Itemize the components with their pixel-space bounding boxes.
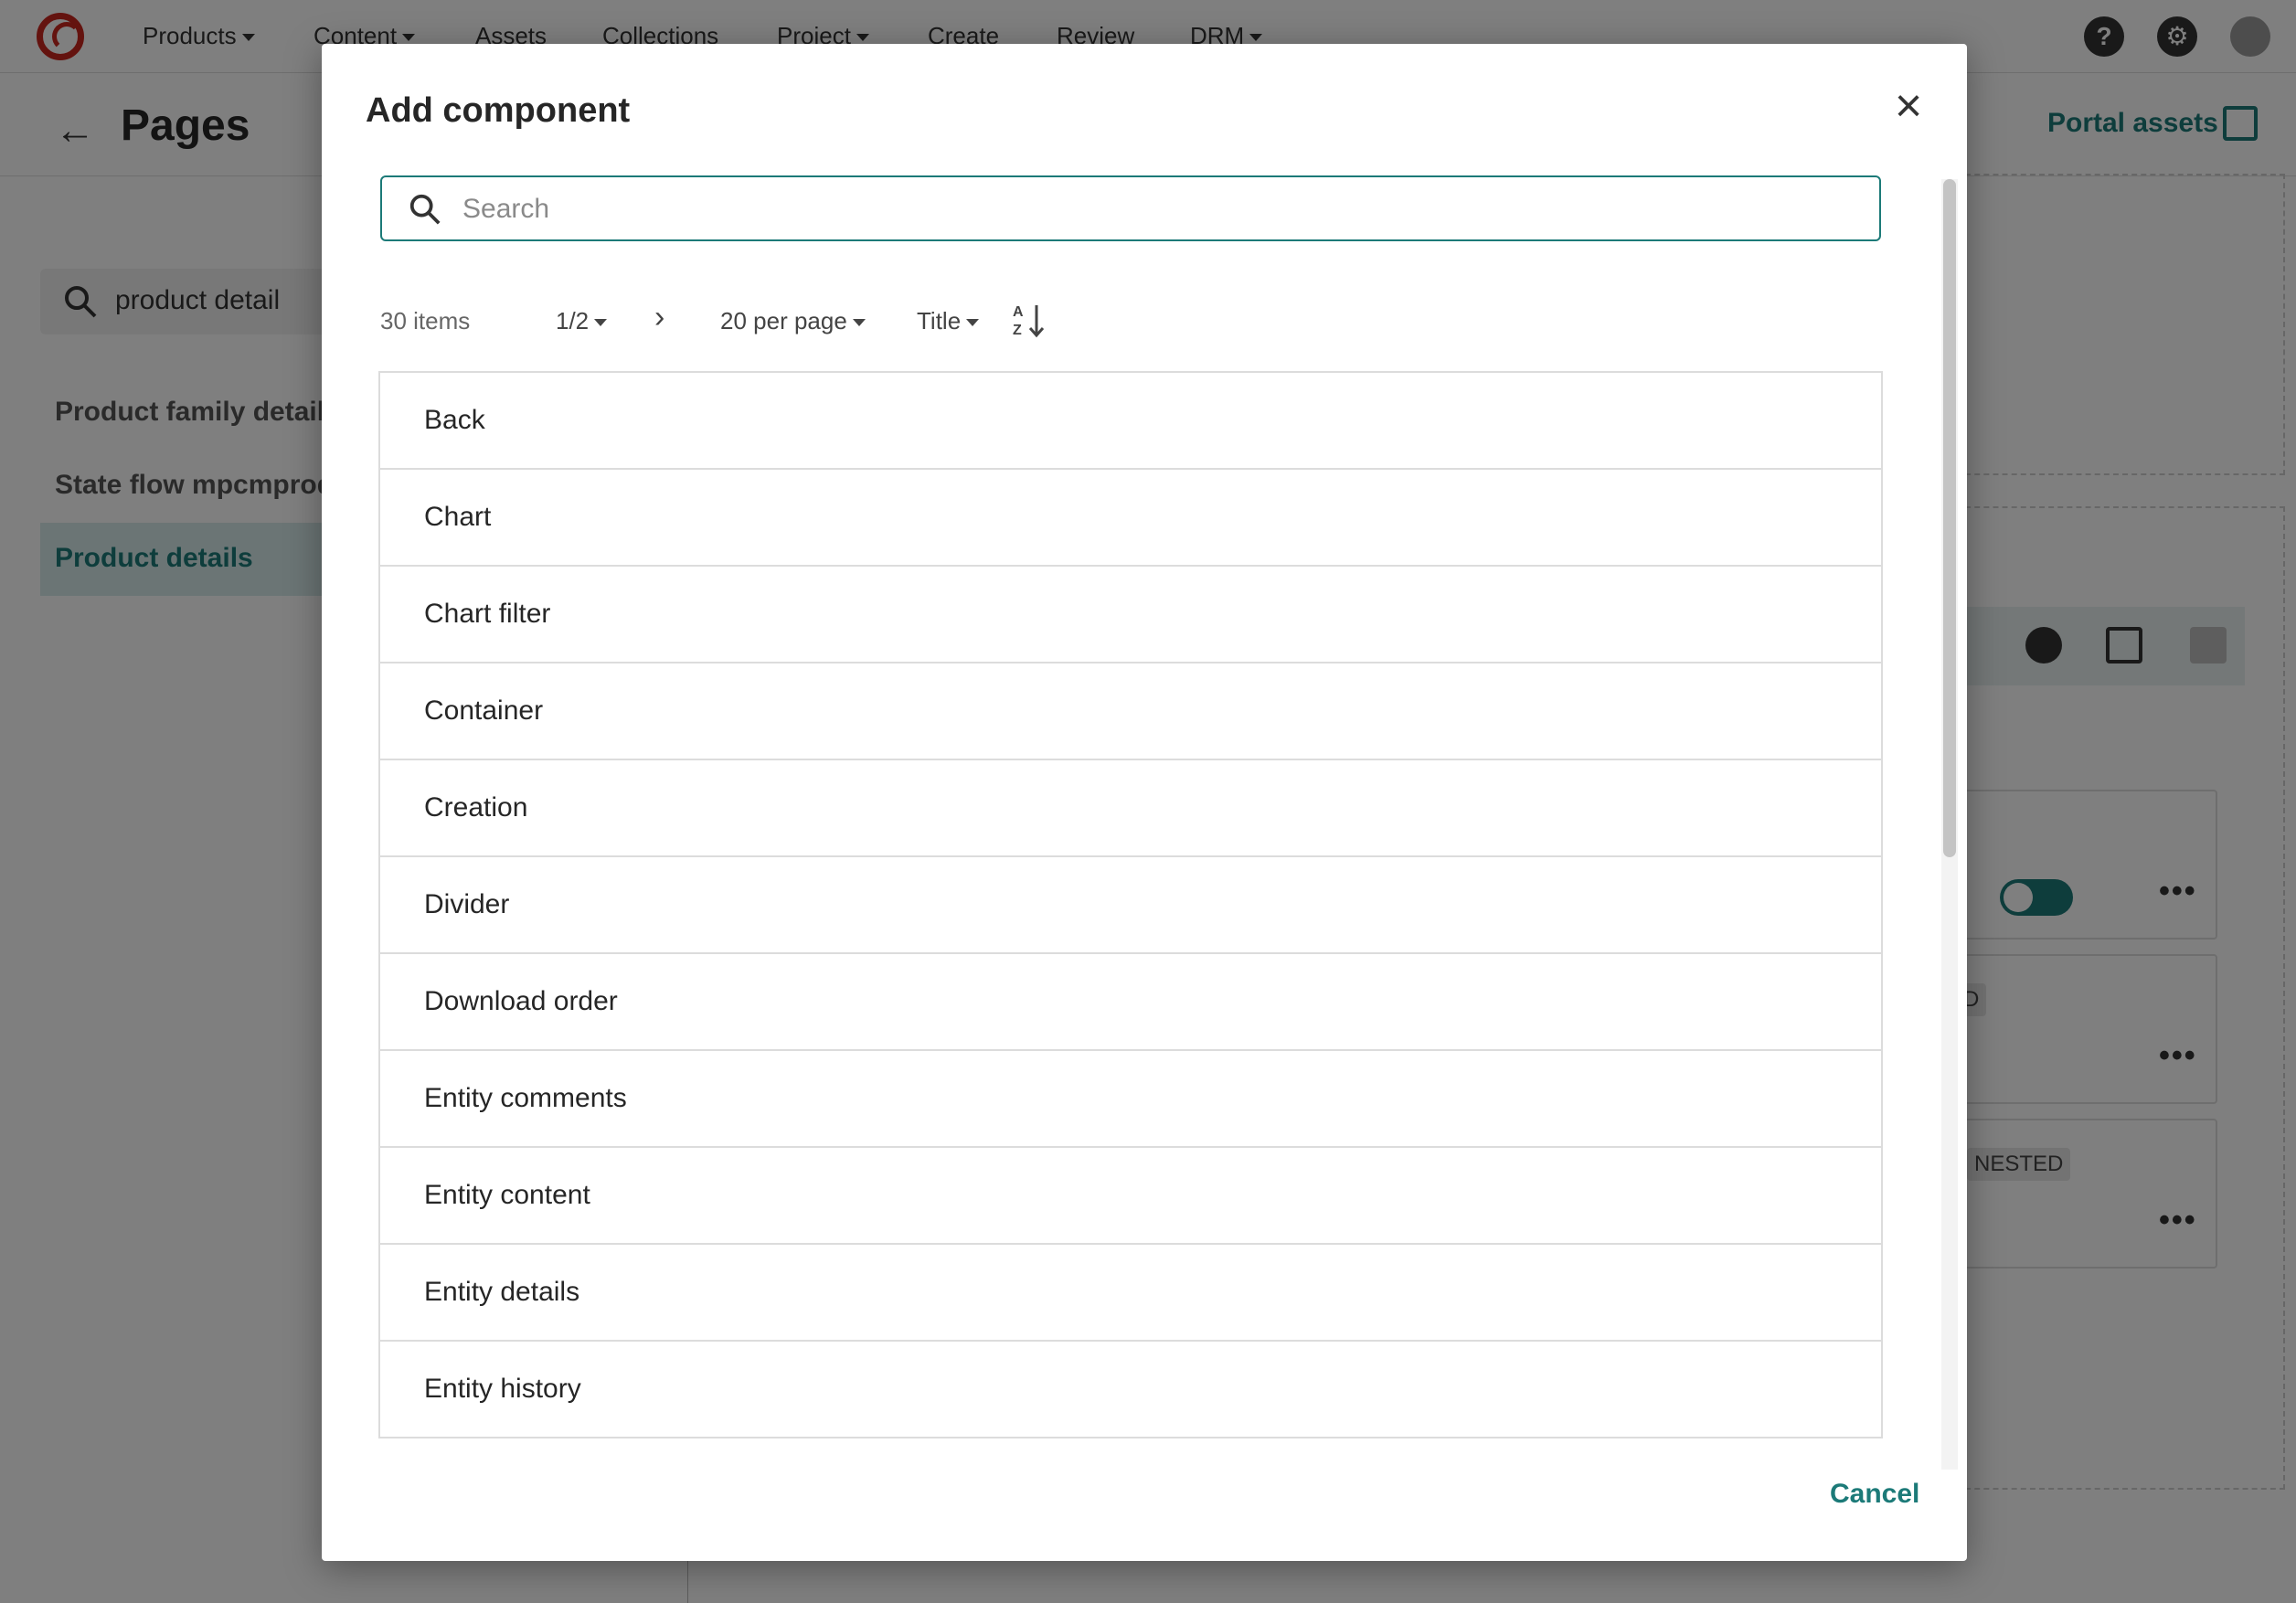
item-count: 30 items xyxy=(380,307,471,334)
svg-text:Z: Z xyxy=(1013,323,1022,338)
sort-field-value: Title xyxy=(917,307,962,334)
sort-field-selector[interactable]: Title xyxy=(917,307,980,335)
list-item[interactable]: Chart filter xyxy=(378,567,1883,663)
chevron-down-icon xyxy=(852,319,866,327)
list-item[interactable]: Entity history xyxy=(378,1342,1883,1438)
list-item[interactable]: Creation xyxy=(378,760,1883,857)
sort-ascending-icon[interactable]: A Z xyxy=(1011,300,1047,340)
chevron-down-icon xyxy=(594,319,608,327)
chevron-down-icon xyxy=(966,319,980,327)
cancel-button[interactable]: Cancel xyxy=(1830,1479,1919,1510)
page-value: 1/2 xyxy=(556,307,590,334)
per-page-value: 20 per page xyxy=(720,307,847,334)
list-item[interactable]: Chart xyxy=(378,470,1883,567)
component-search-box[interactable] xyxy=(380,175,1881,241)
per-page-selector[interactable]: 20 per page xyxy=(720,307,866,335)
list-item[interactable]: Back xyxy=(378,373,1883,470)
scrollbar[interactable] xyxy=(1941,179,1958,1470)
list-toolbar: 30 items 1/2 › 20 per page Title A Z xyxy=(380,296,1879,347)
add-component-dialog: Add component × 30 items 1/2 › 20 per pa… xyxy=(322,44,1967,1561)
list-item[interactable]: Download order xyxy=(378,954,1883,1051)
list-item[interactable]: Entity comments xyxy=(378,1051,1883,1148)
component-list: Back Chart Chart filter Container Creati… xyxy=(378,371,1883,1470)
list-item[interactable]: Entity details xyxy=(378,1245,1883,1342)
page-selector[interactable]: 1/2 xyxy=(556,307,608,335)
list-item[interactable]: Container xyxy=(378,663,1883,760)
list-item[interactable]: Entity content xyxy=(378,1148,1883,1245)
svg-text:A: A xyxy=(1013,304,1024,320)
component-search-input[interactable] xyxy=(462,188,1852,230)
dialog-title: Add component xyxy=(366,91,631,130)
list-item[interactable]: Divider xyxy=(378,857,1883,954)
scrollbar-thumb[interactable] xyxy=(1943,179,1956,857)
next-page-icon[interactable]: › xyxy=(654,300,664,335)
search-icon xyxy=(409,194,441,225)
close-icon[interactable]: × xyxy=(1885,82,1932,130)
